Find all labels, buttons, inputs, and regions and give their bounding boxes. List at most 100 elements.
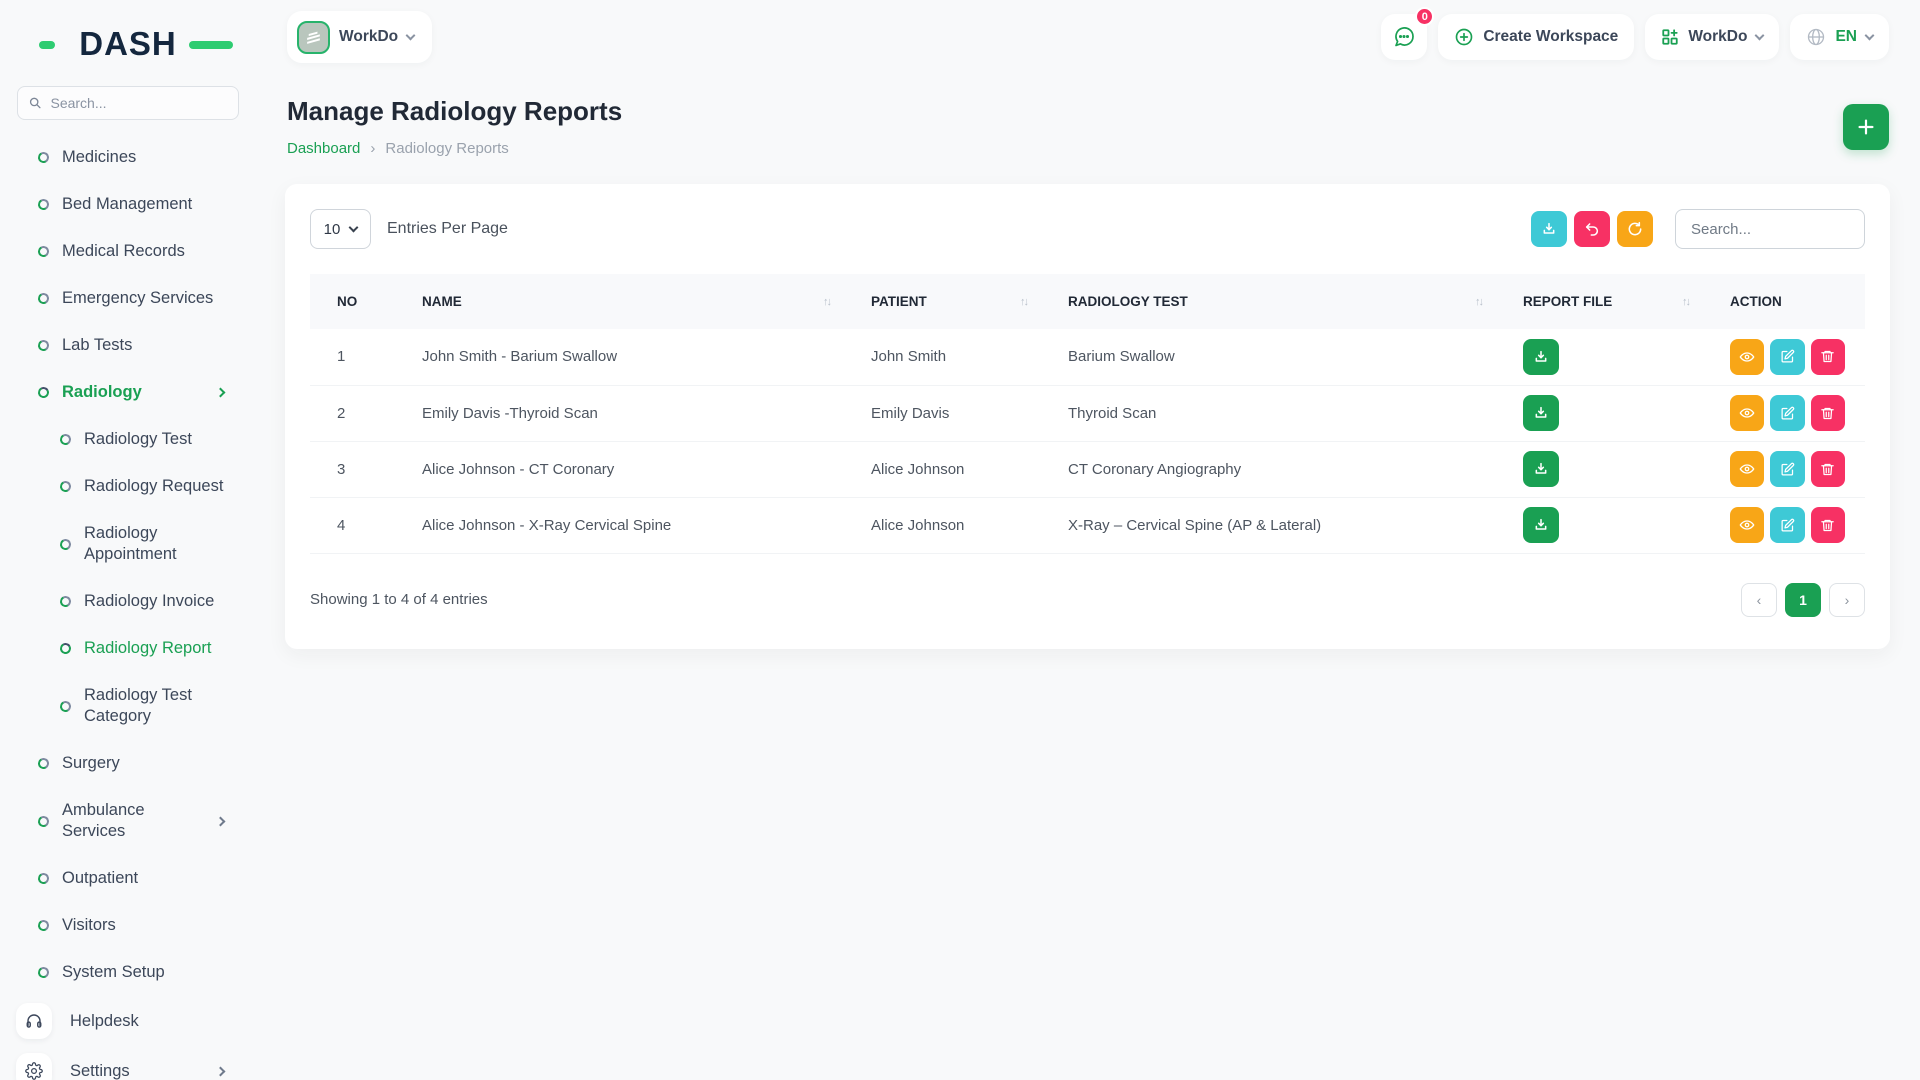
edit-button[interactable]: [1770, 395, 1804, 431]
breadcrumb-dashboard-link[interactable]: Dashboard: [287, 140, 360, 157]
sidebar-item-radiology-test[interactable]: Radiology Test: [0, 416, 256, 463]
logo-text: DASH: [79, 25, 177, 63]
pagination-page-1[interactable]: 1: [1785, 583, 1821, 617]
delete-button[interactable]: [1811, 339, 1845, 375]
chevron-down-icon: [1755, 30, 1765, 40]
sidebar-item-lab-tests[interactable]: Lab Tests: [0, 322, 256, 369]
sidebar-search-input[interactable]: [50, 95, 227, 111]
sidebar-item-settings[interactable]: Settings: [0, 1046, 256, 1080]
sidebar: DASH Medicines Bed Management Medical Re…: [0, 0, 256, 1080]
column-header-report-file[interactable]: REPORT FILE↑↓: [1496, 274, 1703, 329]
view-button[interactable]: [1730, 395, 1764, 431]
sidebar-item-medical-records[interactable]: Medical Records: [0, 228, 256, 275]
circle-dot-icon: [59, 642, 72, 655]
globe-icon: [1806, 27, 1826, 47]
sidebar-item-emergency-services[interactable]: Emergency Services: [0, 275, 256, 322]
headphones-icon: [25, 1012, 43, 1030]
column-header-name[interactable]: NAME↑↓: [395, 274, 844, 329]
pagination: ‹ 1 ›: [1741, 583, 1865, 617]
edit-button[interactable]: [1770, 339, 1804, 375]
download-report-button[interactable]: [1523, 507, 1559, 543]
refresh-button[interactable]: [1617, 211, 1653, 247]
sidebar-item-medicines[interactable]: Medicines: [0, 134, 256, 181]
sidebar-item-surgery[interactable]: Surgery: [0, 740, 256, 787]
reset-button[interactable]: [1574, 211, 1610, 247]
cell-name: Alice Johnson - X-Ray Cervical Spine: [395, 497, 844, 553]
circle-dot-icon: [37, 872, 50, 885]
download-report-button[interactable]: [1523, 451, 1559, 487]
entries-per-page-label: Entries Per Page: [387, 220, 508, 238]
sort-icon[interactable]: ↑↓: [1682, 296, 1689, 308]
workspace-label: WorkDo: [339, 28, 398, 46]
view-button[interactable]: [1730, 451, 1764, 487]
building-icon: [304, 28, 323, 47]
sort-icon[interactable]: ↑↓: [823, 296, 830, 308]
entries-per-page-select[interactable]: 10: [310, 209, 371, 249]
view-button[interactable]: [1730, 339, 1764, 375]
workspace-selector[interactable]: WorkDo: [287, 11, 432, 63]
sidebar-item-radiology-test-category[interactable]: Radiology Test Category: [0, 672, 256, 740]
eye-icon: [1739, 461, 1755, 477]
undo-arrow-icon: [1584, 221, 1600, 237]
workdo-menu[interactable]: WorkDo: [1645, 14, 1779, 60]
cell-no: 1: [310, 329, 395, 385]
cell-patient: Alice Johnson: [844, 441, 1041, 497]
circle-dot-icon: [37, 339, 50, 352]
cell-name: John Smith - Barium Swallow: [395, 329, 844, 385]
sidebar-item-bed-management[interactable]: Bed Management: [0, 181, 256, 228]
messages-button[interactable]: 0: [1381, 14, 1427, 60]
sidebar-item-radiology-appointment[interactable]: Radiology Appointment: [0, 510, 256, 578]
export-button[interactable]: [1531, 211, 1567, 247]
trash-icon: [1820, 462, 1835, 477]
download-icon: [1533, 405, 1549, 421]
chevron-right-icon: [216, 816, 226, 826]
delete-button[interactable]: [1811, 451, 1845, 487]
sidebar-item-helpdesk[interactable]: Helpdesk: [0, 996, 256, 1046]
cell-test: CT Coronary Angiography: [1041, 441, 1496, 497]
download-icon: [1533, 349, 1549, 365]
column-header-action[interactable]: ACTION: [1703, 274, 1865, 329]
breadcrumb-separator: ›: [370, 140, 375, 157]
add-report-button[interactable]: [1843, 104, 1889, 150]
circle-dot-icon: [37, 151, 50, 164]
pagination-next-button[interactable]: ›: [1829, 583, 1865, 617]
delete-button[interactable]: [1811, 395, 1845, 431]
cell-no: 2: [310, 385, 395, 441]
edit-button[interactable]: [1770, 507, 1804, 543]
view-button[interactable]: [1730, 507, 1764, 543]
column-header-no[interactable]: NO: [310, 274, 395, 329]
sidebar-item-outpatient[interactable]: Outpatient: [0, 855, 256, 902]
circle-dot-icon: [59, 537, 72, 550]
sidebar-item-ambulance-services[interactable]: Ambulance Services: [0, 787, 256, 855]
sidebar-item-radiology-invoice[interactable]: Radiology Invoice: [0, 578, 256, 625]
sidebar-item-system-setup[interactable]: System Setup: [0, 949, 256, 996]
sidebar-item-radiology-report[interactable]: Radiology Report: [0, 625, 256, 672]
create-workspace-button[interactable]: Create Workspace: [1438, 14, 1634, 60]
breadcrumb: Dashboard › Radiology Reports: [287, 140, 622, 157]
edit-button[interactable]: [1770, 451, 1804, 487]
download-icon: [1541, 221, 1557, 237]
circle-plus-icon: [1454, 27, 1474, 47]
delete-button[interactable]: [1811, 507, 1845, 543]
table-header-row: NO NAME↑↓ PATIENT↑↓ RADIOLOGY TEST↑↓ REP…: [310, 274, 1865, 329]
sort-icon[interactable]: ↑↓: [1020, 296, 1027, 308]
message-count-badge: 0: [1415, 7, 1434, 26]
logo-crossbar-icon: [189, 41, 233, 49]
cell-test: Barium Swallow: [1041, 329, 1496, 385]
logo[interactable]: DASH: [53, 24, 203, 64]
language-selector[interactable]: EN: [1790, 14, 1889, 60]
cell-name: Alice Johnson - CT Coronary: [395, 441, 844, 497]
download-report-button[interactable]: [1523, 395, 1559, 431]
table-search-input[interactable]: [1675, 209, 1865, 249]
sort-icon[interactable]: ↑↓: [1475, 296, 1482, 308]
sidebar-item-visitors[interactable]: Visitors: [0, 902, 256, 949]
pagination-prev-button[interactable]: ‹: [1741, 583, 1777, 617]
column-header-patient[interactable]: PATIENT↑↓: [844, 274, 1041, 329]
cell-test: X-Ray – Cervical Spine (AP & Lateral): [1041, 497, 1496, 553]
sidebar-item-radiology[interactable]: Radiology: [0, 369, 256, 416]
chevron-right-icon: [216, 388, 226, 398]
download-report-button[interactable]: [1523, 339, 1559, 375]
chevron-down-icon: [1865, 30, 1875, 40]
column-header-radiology-test[interactable]: RADIOLOGY TEST↑↓: [1041, 274, 1496, 329]
sidebar-item-radiology-request[interactable]: Radiology Request: [0, 463, 256, 510]
